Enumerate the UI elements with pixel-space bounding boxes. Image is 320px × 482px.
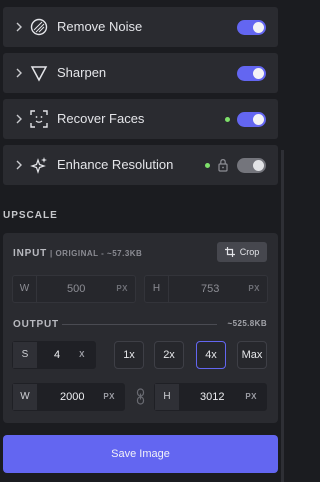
height-label: H xyxy=(145,276,169,302)
output-title: OUTPUT xyxy=(13,319,59,330)
lock-icon xyxy=(218,158,228,172)
chevron-right-icon[interactable] xyxy=(13,20,25,34)
scale-preset-max[interactable]: Max xyxy=(237,341,267,369)
feature-row-recover-faces[interactable]: Recover Faces xyxy=(3,99,278,139)
divider xyxy=(62,324,217,325)
scale-preset-4x[interactable]: 4x xyxy=(196,341,226,369)
upscale-box: INPUT | ORIGINAL - ~57.3KB Crop W 500 PX… xyxy=(3,233,278,423)
output-height-input[interactable]: H 3012 PX xyxy=(154,383,267,411)
scale-input[interactable]: S 4 X xyxy=(12,341,96,369)
input-width-value: 500 xyxy=(67,283,86,295)
input-height-value: 753 xyxy=(201,283,220,295)
crop-button[interactable]: Crop xyxy=(217,242,267,262)
recover-faces-toggle[interactable] xyxy=(237,112,266,127)
preset-label: 1x xyxy=(123,349,135,361)
active-indicator-dot xyxy=(205,163,210,168)
height-label: H xyxy=(155,384,179,410)
scale-preset-2x[interactable]: 2x xyxy=(154,341,184,369)
chevron-right-icon[interactable] xyxy=(13,66,25,80)
width-label: W xyxy=(13,384,37,410)
upscale-section-title: UPSCALE xyxy=(3,210,58,221)
sparkle-icon xyxy=(30,157,47,174)
active-indicator-dot xyxy=(225,117,230,122)
output-width-value: 2000 xyxy=(60,391,85,403)
feature-label: Remove Noise xyxy=(57,19,143,34)
feature-label: Recover Faces xyxy=(57,111,145,126)
feature-label: Enhance Resolution xyxy=(57,157,174,172)
chevron-right-icon[interactable] xyxy=(13,158,25,172)
noise-circle-icon xyxy=(30,18,48,36)
feature-label: Sharpen xyxy=(57,65,107,80)
scrollbar[interactable] xyxy=(281,150,284,482)
width-label: W xyxy=(13,276,37,302)
output-height-value: 3012 xyxy=(200,391,225,403)
unit-label: PX xyxy=(116,284,128,293)
output-size: ~525.8KB xyxy=(227,319,267,328)
output-width-input[interactable]: W 2000 PX xyxy=(12,383,125,411)
feature-row-sharpen[interactable]: Sharpen xyxy=(3,53,278,93)
save-label: Save Image xyxy=(111,448,170,460)
crop-icon xyxy=(224,247,235,257)
toggle-knob xyxy=(253,160,264,171)
sharpen-triangle-icon xyxy=(30,66,48,82)
toggle-knob xyxy=(253,114,264,125)
feature-row-remove-noise[interactable]: Remove Noise xyxy=(3,7,278,47)
preset-label: 2x xyxy=(163,349,175,361)
scale-unit: X xyxy=(79,350,85,359)
preset-label: 4x xyxy=(205,349,217,361)
remove-noise-toggle[interactable] xyxy=(237,20,266,35)
feature-row-enhance-resolution[interactable]: Enhance Resolution xyxy=(3,145,278,185)
save-image-button[interactable]: Save Image xyxy=(3,435,278,473)
toggle-knob xyxy=(253,22,264,33)
preset-label: Max xyxy=(241,349,263,361)
scale-label: S xyxy=(13,342,37,368)
toggle-knob xyxy=(253,68,264,79)
face-scan-icon xyxy=(30,110,48,128)
unit-label: PX xyxy=(103,392,115,401)
input-height-field: H 753 PX xyxy=(144,275,268,303)
scale-preset-1x[interactable]: 1x xyxy=(114,341,144,369)
unit-label: PX xyxy=(245,392,257,401)
chevron-right-icon[interactable] xyxy=(13,112,25,126)
crop-label: Crop xyxy=(239,247,260,257)
enhance-panel: Remove Noise Sharpen Recover Faces Enhan… xyxy=(0,0,284,482)
link-chain-icon[interactable] xyxy=(136,388,145,405)
enhance-resolution-toggle[interactable] xyxy=(237,158,266,173)
unit-label: PX xyxy=(248,284,260,293)
input-title: INPUT xyxy=(13,248,47,259)
sharpen-toggle[interactable] xyxy=(237,66,266,81)
input-width-field: W 500 PX xyxy=(12,275,136,303)
input-subtitle: | ORIGINAL - ~57.3KB xyxy=(50,249,143,258)
scale-value: 4 xyxy=(54,349,61,361)
